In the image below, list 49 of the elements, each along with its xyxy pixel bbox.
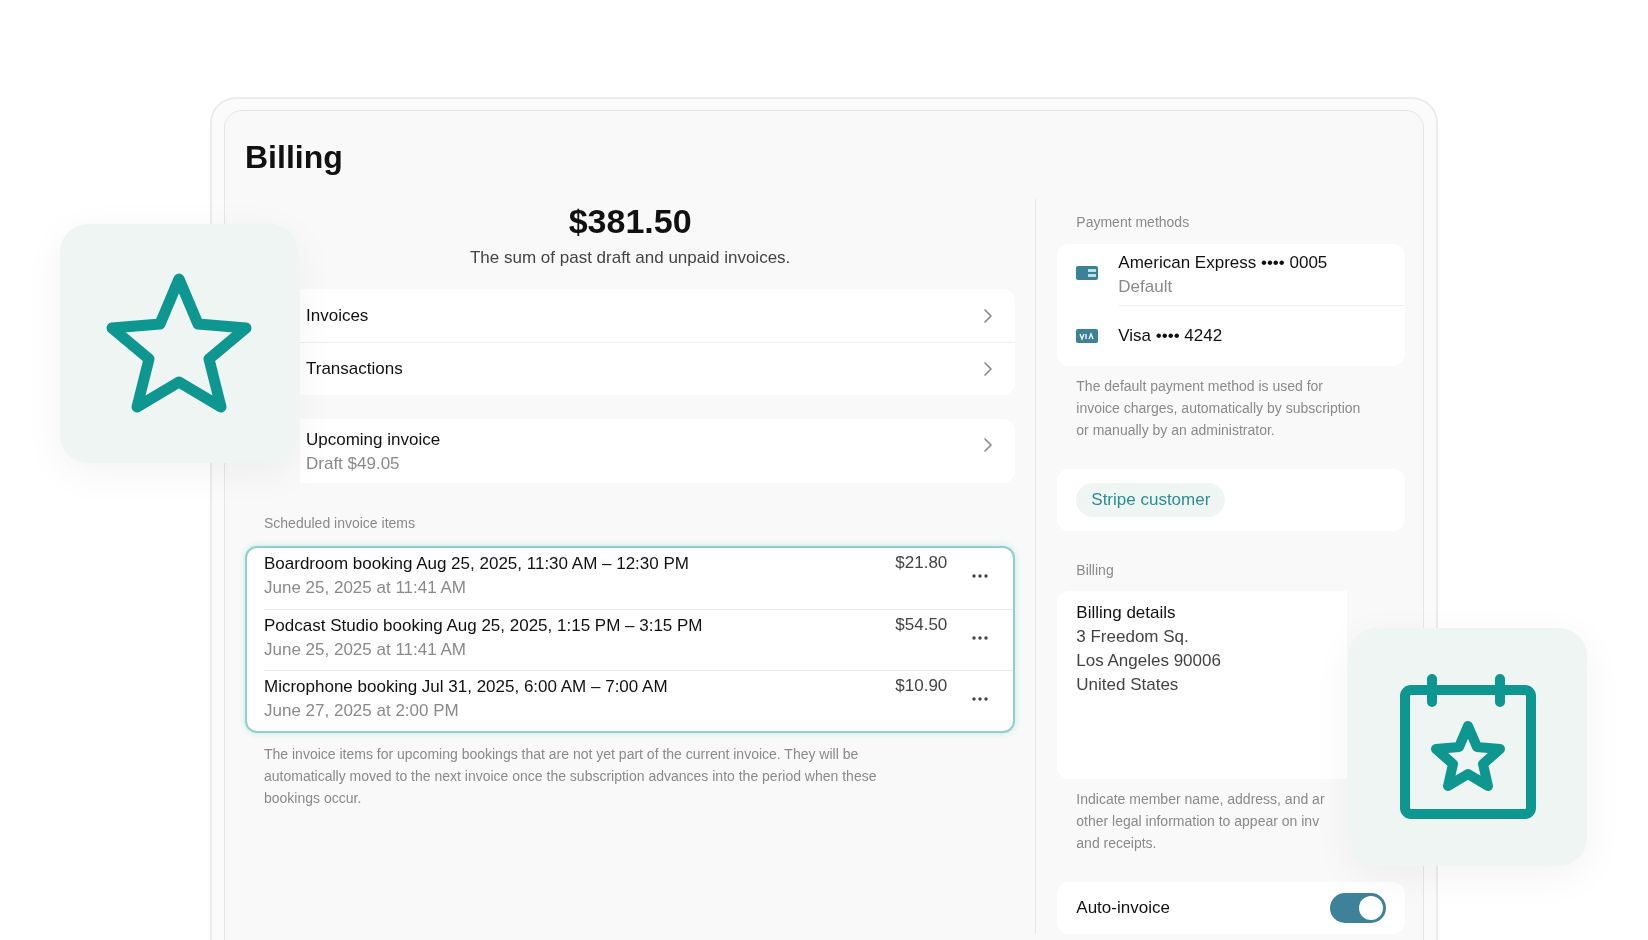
- row-label: Invoices: [306, 304, 369, 327]
- calendar-star-icon: [1400, 674, 1536, 820]
- payment-method-label: Visa •••• 4242: [1118, 325, 1224, 347]
- section-heading: Billing: [1076, 561, 1115, 579]
- item-title: Boardroom booking Aug 25, 2025, 11:30 AM – 12:30 PM: [264, 553, 690, 575]
- item-title: Podcast Studio booking Aug 25, 2025, 1:15 PM – 3:15 PM: [264, 615, 704, 637]
- payment-method-status: Default: [1118, 276, 1174, 298]
- help-text-line: and receipts.: [1076, 834, 1158, 853]
- item-amount: $21.80: [895, 552, 948, 574]
- row-label: Upcoming invoice: [306, 429, 441, 451]
- balance-caption: The sum of past draft and unpaid invoices.: [468, 247, 792, 269]
- chevron-icon: [983, 438, 994, 452]
- nav-row[interactable]: Transactions: [300, 342, 1016, 395]
- stripe-customer-button[interactable]: Stripe customer: [1076, 483, 1226, 517]
- page-title: Billing: [245, 138, 344, 177]
- help-text-line: other legal information to appear on inv: [1076, 812, 1321, 831]
- auto-invoice-toggle[interactable]: [1330, 893, 1386, 923]
- billing-details-title: Billing details: [1076, 602, 1177, 624]
- section-heading: Scheduled invoice items: [264, 514, 416, 532]
- card-icon: [1076, 329, 1099, 343]
- address-line: Los Angeles 90006: [1076, 650, 1222, 672]
- billing-details-card[interactable]: Billing details 3 Freedom Sq. Los Angeles 90006 United States: [1057, 591, 1348, 779]
- nav-row[interactable]: Invoices: [300, 289, 1016, 342]
- row-subtitle: Draft $49.05: [306, 453, 401, 475]
- item-title: Microphone booking Jul 31, 2025, 6:00 AM – 7:00 AM: [264, 676, 669, 698]
- more-icon: [972, 697, 989, 701]
- chevron-icon: [983, 362, 994, 376]
- help-text-line: Indicate member name, address, and ar: [1076, 790, 1326, 809]
- balance-amount: $381.50: [567, 201, 693, 241]
- more-icon: [972, 636, 989, 640]
- item-amount: $10.90: [895, 675, 948, 697]
- address-line: 3 Freedom Sq.: [1076, 626, 1190, 648]
- item-date: June 25, 2025 at 11:41 AM: [264, 639, 467, 661]
- payment-method-label: American Express •••• 0005: [1118, 252, 1329, 274]
- upcoming-invoice-row[interactable]: Upcoming invoice Draft $49.05: [300, 419, 1016, 483]
- payment-method-row[interactable]: American Express •••• 0005 Default: [1057, 244, 1405, 306]
- more-icon: [972, 574, 989, 578]
- item-date: June 25, 2025 at 11:41 AM: [264, 577, 467, 599]
- payment-method-row[interactable]: Visa •••• 4242: [1057, 306, 1405, 366]
- section-heading: Payment methods: [1076, 213, 1191, 231]
- help-text: The default payment method is used for invoice charges, automatically by subscription or manually by an administrator.: [1075, 377, 1362, 440]
- card-icon: [1076, 266, 1099, 280]
- help-text: The invoice items for upcoming bookings that are not yet part of the current invoice. They will be automatically moved to the next invoice once the subscription advances into the period when these bookings occur.: [263, 745, 878, 808]
- item-date: June 27, 2025 at 2:00 PM: [264, 700, 460, 722]
- row-label: Transactions: [306, 358, 403, 380]
- item-amount: $54.50: [895, 614, 948, 636]
- chevron-icon: [983, 308, 994, 323]
- auto-invoice-label: Auto-invoice: [1076, 897, 1170, 919]
- address-line: United States: [1076, 674, 1180, 696]
